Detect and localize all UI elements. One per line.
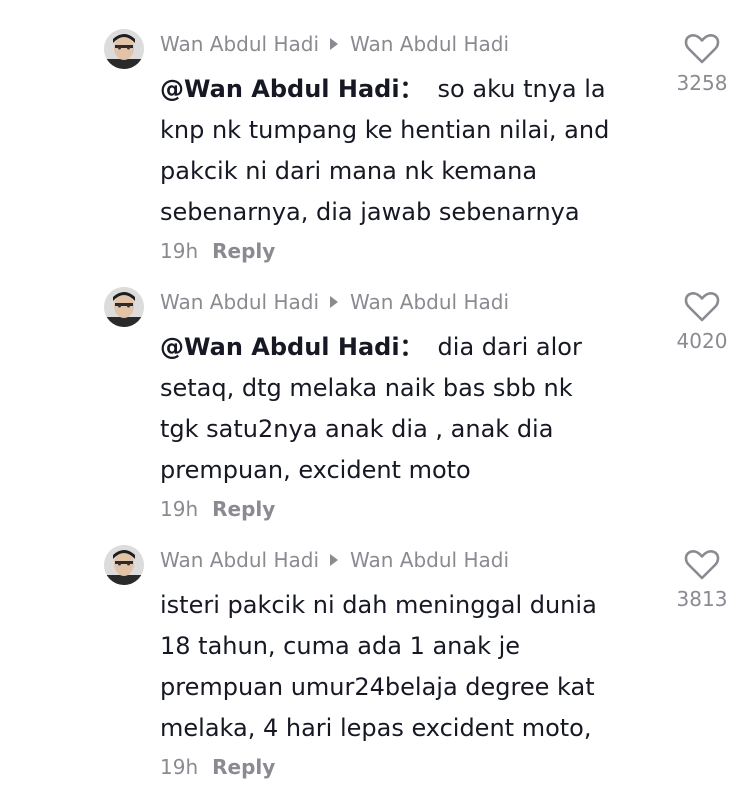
- reply-to-name[interactable]: Wan Abdul Hadi: [350, 290, 509, 314]
- comment-time: 19h: [160, 755, 199, 779]
- comment-time: 19h: [160, 239, 199, 263]
- reply-to-name[interactable]: Wan Abdul Hadi: [350, 32, 509, 56]
- author-name[interactable]: Wan Abdul Hadi: [160, 290, 319, 314]
- mention-separator: ：: [399, 75, 424, 103]
- comment-item: Wan Abdul Hadi Wan Abdul Hadi @Wan Abdul…: [0, 29, 750, 279]
- comment-line: so aku tnya la: [437, 75, 606, 103]
- comment-time: 19h: [160, 497, 199, 521]
- avatar-image: [104, 545, 144, 585]
- avatar[interactable]: [104, 29, 144, 69]
- reply-arrow-icon: [330, 296, 338, 308]
- like-button[interactable]: 4020: [664, 291, 740, 353]
- comment-meta: 19h Reply: [160, 755, 275, 779]
- avatar[interactable]: [104, 545, 144, 585]
- avatar-image: [104, 29, 144, 69]
- like-count: 3258: [676, 71, 728, 95]
- reply-arrow-icon: [330, 38, 338, 50]
- mention-separator: ：: [399, 333, 424, 361]
- comment-text: @Wan Abdul Hadi： so aku tnya la knp nk tu…: [160, 69, 660, 233]
- like-button[interactable]: 3258: [664, 33, 740, 95]
- comment-line: prempuan umur24belaja degree kat: [160, 673, 595, 701]
- reply-arrow-icon: [330, 554, 338, 566]
- author-name[interactable]: Wan Abdul Hadi: [160, 548, 319, 572]
- comment-header: Wan Abdul Hadi Wan Abdul Hadi: [160, 287, 509, 317]
- avatar[interactable]: [104, 287, 144, 327]
- heart-outline-icon: [684, 292, 720, 322]
- comment-line: knp nk tumpang ke hentian nilai, and: [160, 116, 610, 144]
- reply-button[interactable]: Reply: [212, 239, 275, 263]
- reply-to-name[interactable]: Wan Abdul Hadi: [350, 548, 509, 572]
- comment-text: isteri pakcik ni dah meninggal dunia 18 …: [160, 585, 660, 749]
- like-count: 4020: [676, 329, 728, 353]
- reply-button[interactable]: Reply: [212, 755, 275, 779]
- comment-line: dia dari alor: [437, 333, 582, 361]
- comment-line: prempuan, excident moto: [160, 456, 471, 484]
- comment-line: tgk satu2nya anak dia , anak dia: [160, 415, 554, 443]
- heart-outline-icon: [684, 34, 720, 64]
- comment-item: Wan Abdul Hadi Wan Abdul Hadi isteri pak…: [0, 545, 750, 787]
- comment-header: Wan Abdul Hadi Wan Abdul Hadi: [160, 545, 509, 575]
- comment-header: Wan Abdul Hadi Wan Abdul Hadi: [160, 29, 509, 59]
- author-name[interactable]: Wan Abdul Hadi: [160, 32, 319, 56]
- comment-line: setaq, dtg melaka naik bas sbb nk: [160, 374, 573, 402]
- comment-text: @Wan Abdul Hadi： dia dari alor setaq, dtg…: [160, 327, 660, 491]
- avatar-image: [104, 287, 144, 327]
- like-button[interactable]: 3813: [664, 549, 740, 611]
- comment-line: isteri pakcik ni dah meninggal dunia: [160, 591, 597, 619]
- comment-meta: 19h Reply: [160, 497, 275, 521]
- comment-meta: 19h Reply: [160, 239, 275, 263]
- comment-line: 18 tahun, cuma ada 1 anak je: [160, 632, 521, 660]
- heart-outline-icon: [684, 550, 720, 580]
- mention-link[interactable]: @Wan Abdul Hadi: [160, 75, 400, 103]
- comment-line: pakcik ni dari mana nk kemana: [160, 157, 538, 185]
- mention-link[interactable]: @Wan Abdul Hadi: [160, 333, 400, 361]
- comment-line: melaka, 4 hari lepas excident moto,: [160, 714, 592, 742]
- comment-item: Wan Abdul Hadi Wan Abdul Hadi @Wan Abdul…: [0, 287, 750, 537]
- like-count: 3813: [676, 587, 728, 611]
- reply-button[interactable]: Reply: [212, 497, 275, 521]
- comment-line: sebenarnya, dia jawab sebenarnya: [160, 198, 580, 226]
